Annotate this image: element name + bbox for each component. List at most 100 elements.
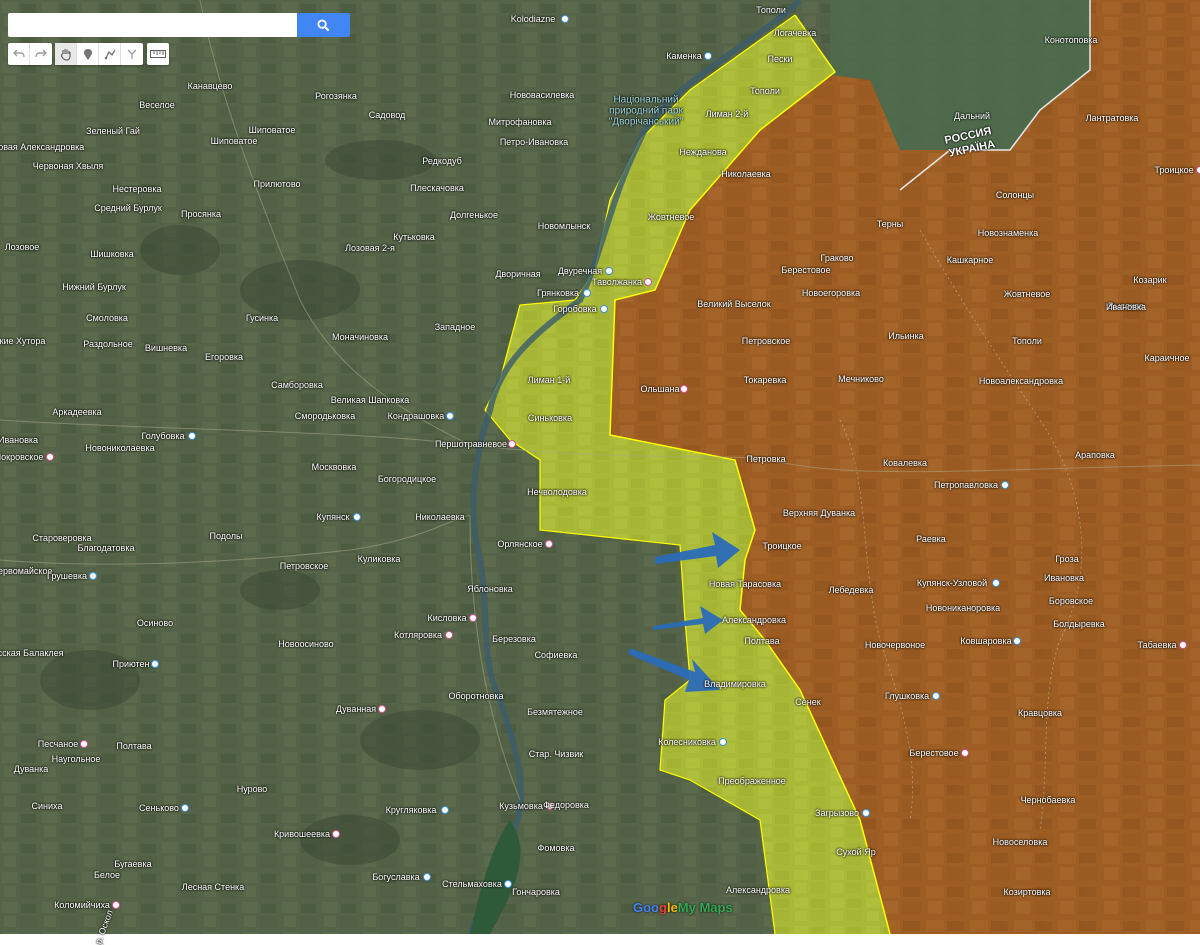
- place-marker[interactable]: [861, 809, 870, 817]
- place-label[interactable]: Kolodiazne: [511, 14, 556, 24]
- place-label[interactable]: Ольшана: [640, 384, 679, 394]
- place-label[interactable]: Полтава: [744, 636, 779, 646]
- place-label[interactable]: Глушковка: [885, 691, 929, 701]
- place-label[interactable]: Новоегоровка: [802, 288, 860, 298]
- place-label[interactable]: Новочервоное: [865, 640, 925, 650]
- place-marker[interactable]: [440, 806, 449, 814]
- place-marker[interactable]: [961, 749, 969, 757]
- place-label[interactable]: Конотоповка: [1045, 35, 1098, 45]
- place-marker[interactable]: [150, 660, 159, 668]
- place-label[interactable]: Ильинка: [888, 331, 924, 341]
- place-label[interactable]: Терны: [877, 219, 903, 229]
- place-marker[interactable]: [445, 412, 454, 420]
- place-label[interactable]: Новознаменка: [978, 228, 1039, 238]
- place-label[interactable]: Котляровка: [394, 630, 442, 640]
- place-label[interactable]: Тополи: [1012, 336, 1042, 346]
- place-label[interactable]: Шишковка: [90, 249, 133, 259]
- place-label[interactable]: Белое: [94, 870, 120, 880]
- place-label[interactable]: Песчаное: [38, 739, 79, 749]
- place-label[interactable]: Грянковка: [537, 288, 579, 298]
- place-marker[interactable]: [644, 278, 652, 286]
- place-label[interactable]: Полтава: [116, 741, 151, 751]
- place-label[interactable]: Жовтневое: [1004, 289, 1051, 299]
- place-label[interactable]: Александровка: [722, 615, 786, 625]
- place-marker[interactable]: [508, 440, 516, 448]
- place-marker[interactable]: [89, 572, 97, 580]
- place-label[interactable]: Березовка: [492, 634, 536, 644]
- place-marker[interactable]: [445, 631, 453, 639]
- place-label[interactable]: Араповка: [1075, 450, 1115, 460]
- place-label[interactable]: Сухой Яр: [836, 847, 875, 857]
- place-label[interactable]: Федоровка: [543, 800, 589, 810]
- place-label[interactable]: Просянка: [181, 209, 221, 219]
- place-label[interactable]: Средний Бурлук: [94, 203, 162, 213]
- place-label[interactable]: Новоалександровка: [979, 376, 1063, 386]
- place-label[interactable]: Вишневка: [145, 343, 187, 353]
- place-label[interactable]: Подолы: [209, 531, 242, 541]
- place-label[interactable]: Великий Выселок: [697, 299, 770, 309]
- place-marker[interactable]: [187, 432, 196, 440]
- place-label[interactable]: Нижний Бурлук: [62, 282, 126, 292]
- place-label[interactable]: Лантратовка: [1086, 113, 1139, 123]
- place-marker[interactable]: [46, 453, 54, 461]
- place-label[interactable]: Владимировка: [704, 679, 766, 689]
- undo-button[interactable]: [8, 43, 30, 65]
- place-label[interactable]: Прилютово: [253, 179, 300, 189]
- place-label[interactable]: Логачевка: [774, 28, 816, 38]
- place-label[interactable]: Шиповатое: [211, 136, 258, 146]
- place-label[interactable]: Новониканоровка: [926, 603, 1000, 613]
- place-marker[interactable]: [352, 513, 361, 521]
- place-label[interactable]: Софиевка: [535, 650, 578, 660]
- place-label[interactable]: Нестеровка: [113, 184, 162, 194]
- place-label[interactable]: Куликовка: [358, 554, 401, 564]
- place-label[interactable]: Западное: [435, 322, 476, 332]
- place-label[interactable]: Аркадеевка: [52, 407, 101, 417]
- place-label[interactable]: Орлянское: [497, 539, 542, 549]
- place-label[interactable]: Богородицкое: [378, 474, 436, 484]
- place-label[interactable]: Митрофановка: [489, 117, 552, 127]
- map-canvas[interactable]: Kolodiazne Тополи Логачевка Конотоповка Каме…: [0, 0, 1200, 945]
- place-label[interactable]: Староверовка: [32, 533, 91, 543]
- place-marker[interactable]: [561, 15, 569, 23]
- place-label[interactable]: Лесная Стенка: [182, 882, 244, 892]
- place-label[interactable]: Болдыревка: [1053, 619, 1105, 629]
- place-marker[interactable]: [704, 52, 713, 60]
- place-label[interactable]: Безмятежное: [527, 707, 583, 717]
- place-label[interactable]: Раевка: [916, 534, 946, 544]
- pan-tool-button[interactable]: [55, 43, 77, 65]
- place-label[interactable]: Кравцовка: [1018, 708, 1062, 718]
- place-label[interactable]: Москвовка: [312, 462, 357, 472]
- place-label[interactable]: Дуванка: [14, 764, 49, 774]
- place-label[interactable]: Гончаровка: [512, 887, 560, 897]
- redo-button[interactable]: [30, 43, 52, 65]
- place-label[interactable]: Кашкарное: [947, 255, 994, 265]
- place-marker[interactable]: [991, 579, 1000, 587]
- place-label[interactable]: Таволжанка: [592, 277, 642, 287]
- place-label[interactable]: Смородьковка: [295, 411, 355, 421]
- place-label[interactable]: Новая Александровка: [0, 142, 84, 152]
- place-label[interactable]: Голубовка: [141, 431, 184, 441]
- place-label[interactable]: Лиман 1-й: [528, 375, 571, 385]
- place-label[interactable]: Дальний: [954, 111, 990, 121]
- place-label[interactable]: Кутьковка: [393, 232, 435, 242]
- place-label[interactable]: Петровка: [746, 454, 785, 464]
- place-label[interactable]: Гусинка: [246, 313, 278, 323]
- place-label[interactable]: Редкодуб: [422, 156, 462, 166]
- place-label[interactable]: Новая Тарасовка: [709, 579, 781, 589]
- place-label[interactable]: Петровское: [742, 336, 791, 346]
- ruler-button[interactable]: [147, 43, 169, 65]
- place-marker[interactable]: [599, 305, 608, 313]
- place-label[interactable]: Берестовое: [909, 748, 958, 758]
- route-button[interactable]: [121, 43, 143, 65]
- place-marker[interactable]: [469, 614, 477, 622]
- place-marker[interactable]: [378, 705, 386, 713]
- place-label[interactable]: Пески: [768, 54, 793, 64]
- draw-line-button[interactable]: [99, 43, 121, 65]
- place-label[interactable]: Веселое: [139, 100, 175, 110]
- place-label[interactable]: Ивановка: [1106, 302, 1146, 312]
- place-label[interactable]: Петропавловка: [934, 480, 998, 490]
- place-label[interactable]: Новомлынск: [538, 221, 591, 231]
- place-label[interactable]: Петро-Ивановка: [500, 137, 568, 147]
- place-label[interactable]: Двуречная: [558, 266, 602, 276]
- place-label[interactable]: Бугаевка: [114, 859, 151, 869]
